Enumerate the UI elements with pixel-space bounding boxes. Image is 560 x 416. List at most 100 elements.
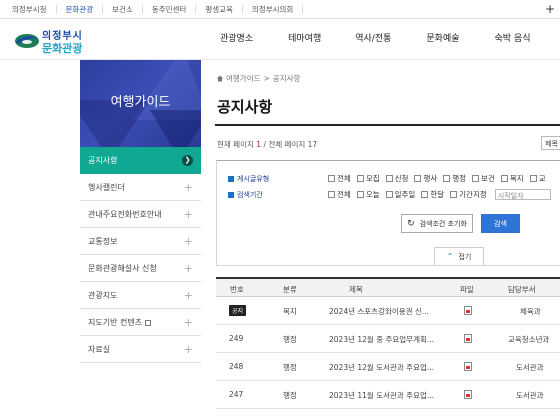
table-row[interactable]: 247 행정 2023년 11월 도서관과 주요업... 도서관과 (216, 381, 560, 409)
reset-filters-button[interactable]: ↻ 검색조건 초기화 (401, 214, 473, 233)
table-row[interactable]: 248 행정 2023년 12월 도서관과 주요업... 도서관과 (216, 353, 560, 381)
search-field-select[interactable]: 제목 (541, 136, 560, 150)
checkbox-type-apply[interactable]: 신청 (385, 173, 408, 184)
nav-culture-arts[interactable]: 문화예술 (426, 31, 459, 44)
row-category: 행정 (283, 335, 297, 344)
table-row[interactable]: 249 행정 2023년 12월 중 주요업무계획... 교육청소년과 (216, 325, 560, 353)
column-header-file: 파일 (460, 285, 474, 294)
row-category: 행정 (283, 363, 297, 372)
breadcrumb-item[interactable]: 여행가이드 (226, 73, 261, 84)
plus-icon: + (183, 234, 193, 248)
refresh-icon: ↻ (407, 218, 415, 229)
search-button[interactable]: 검색 (481, 214, 520, 233)
column-header-title: 제목 (349, 285, 363, 294)
row-title-link[interactable]: 2023년 12월 중 주요업무계획... (329, 334, 434, 345)
plus-icon: + (183, 342, 193, 356)
start-date-input[interactable]: 시작일자 (494, 189, 551, 200)
link-community-center[interactable]: 동주민센터 (143, 4, 197, 14)
sidebar-item-archive[interactable]: 자료실 + (80, 336, 201, 363)
checkbox-type-edu[interactable]: 교 (529, 173, 546, 184)
logo-site-name: 문화관광 (42, 42, 83, 55)
page-info: 현재 페이지 1 / 전체 페이지 17 (217, 140, 318, 149)
row-number: 248 (229, 362, 244, 371)
row-department: 도서관과 (516, 391, 544, 400)
external-link-icon (145, 319, 152, 326)
checkbox-period-custom[interactable]: 기간지정 (450, 189, 487, 200)
row-department: 체육과 (520, 307, 541, 316)
nav-lodging-food[interactable]: 숙박 음식 (495, 31, 531, 44)
sidebar-item-event-calendar[interactable]: 행사캘린더 + (80, 174, 201, 201)
plus-icon: + (183, 207, 193, 221)
table-header: 번호 분류 제목 파일 담당부서 (216, 277, 560, 297)
link-city-hall[interactable]: 의정부시청 (0, 4, 57, 14)
plus-icon: + (183, 288, 193, 302)
checkbox-type-recruit[interactable]: 모집 (356, 173, 380, 184)
sidebar-item-label: 문화관광해설사 신청 (88, 263, 157, 273)
table-row[interactable]: 공지 복지 2024년 스포츠강좌이용권 신... 체육과 (216, 297, 560, 325)
row-title-link[interactable]: 2023년 12월 도서관과 주요업... (329, 362, 434, 373)
pdf-file-icon[interactable] (464, 306, 472, 315)
sidebar-item-label: 지도기반 컨텐츠 (88, 317, 152, 328)
search-period-options: 전체 오늘 일주일 한달 기간지정 시작일자 (328, 189, 551, 200)
chevron-up-icon: ⌃ (446, 252, 454, 261)
total-pages: 17 (307, 140, 318, 149)
more-sites-button[interactable]: + (545, 2, 555, 16)
site-logo[interactable]: 의정부시 문화관광 (14, 26, 104, 55)
site-header: 의정부시 문화관광 관광명소 테마여행 역사/전통 문화예술 숙박 음식 (0, 20, 560, 60)
checkbox-period-all[interactable]: 전체 (328, 189, 351, 200)
sidebar-item-traffic-info[interactable]: 교통정보 + (80, 228, 201, 255)
column-header-number: 번호 (230, 285, 244, 294)
page-title: 공지사항 (217, 98, 273, 116)
sidebar-item-notice[interactable]: 공지사항 ❯ (80, 147, 201, 174)
sidebar-item-label: 자료실 (88, 344, 111, 354)
nav-attractions[interactable]: 관광명소 (220, 31, 253, 44)
row-department: 교육청소년과 (508, 335, 550, 344)
link-health-center[interactable]: 보건소 (103, 4, 143, 14)
breadcrumb: 여행가이드 > 공지사항 (217, 73, 300, 84)
link-city-council[interactable]: 의정부시의회 (243, 4, 304, 14)
hwp-file-icon[interactable] (464, 390, 472, 399)
checkbox-type-admin[interactable]: 행정 (443, 173, 466, 184)
notice-badge: 공지 (229, 305, 247, 316)
collapse-filters-button[interactable]: ⌃ 접기 (434, 247, 484, 265)
sidebar-item-guide-request[interactable]: 문화관광해설사 신청 + (80, 255, 201, 282)
sidebar-item-label: 관내주요전화번호안내 (88, 209, 162, 219)
hwp-file-icon[interactable] (464, 362, 472, 371)
current-page: 1 (256, 140, 262, 149)
sidebar-item-tour-map[interactable]: 관광지도 + (80, 282, 201, 309)
sidebar-item-phone-directory[interactable]: 관내주요전화번호안내 + (80, 201, 201, 228)
row-number: 247 (229, 390, 244, 399)
checkbox-type-event[interactable]: 행사 (414, 173, 437, 184)
plus-icon: + (183, 315, 193, 329)
link-culture-tourism[interactable]: 문화관광 (57, 4, 104, 14)
checkbox-type-health[interactable]: 보건 (472, 173, 495, 184)
nav-history-tradition[interactable]: 역사/전통 (355, 31, 391, 44)
sidebar-item-label: 관광지도 (88, 290, 118, 300)
link-lifelong-education[interactable]: 평생교육 (196, 4, 243, 14)
checkbox-type-all[interactable]: 전체 (328, 173, 351, 184)
sidebar-item-label: 교통정보 (88, 236, 118, 246)
home-icon[interactable] (217, 75, 223, 82)
row-title-link[interactable]: 2023년 11월 도서관과 주요업... (329, 390, 434, 401)
arrow-right-icon: ❯ (182, 154, 193, 166)
row-category: 복지 (283, 307, 297, 316)
title-divider (215, 124, 560, 126)
breadcrumb-separator: > (263, 74, 270, 83)
hwp-file-icon[interactable] (464, 334, 472, 343)
sidebar-item-map-contents[interactable]: 지도기반 컨텐츠 + (80, 309, 201, 336)
checkbox-period-month[interactable]: 한달 (421, 189, 444, 200)
sidebar-menu: 공지사항 ❯ 행사캘린더 + 관내주요전화번호안내 + 교통정보 + 문화관광해… (80, 147, 201, 363)
column-header-category: 분류 (283, 285, 297, 294)
breadcrumb-item[interactable]: 공지사항 (273, 73, 301, 84)
sidebar-item-label: 행사캘린더 (88, 182, 125, 192)
utility-bar: 의정부시청 문화관광 보건소 동주민센터 평생교육 의정부시의회 + (0, 0, 560, 19)
checkbox-period-week[interactable]: 일주일 (385, 189, 415, 200)
row-category: 행정 (283, 391, 297, 400)
logo-mark-icon (15, 34, 39, 48)
checkbox-type-welfare[interactable]: 복지 (500, 173, 524, 184)
row-title-link[interactable]: 2024년 스포츠강좌이용권 신... (329, 306, 429, 317)
checkbox-period-today[interactable]: 오늘 (356, 189, 380, 200)
bullet-icon (228, 176, 234, 182)
nav-theme-travel[interactable]: 테마여행 (288, 31, 321, 44)
bullet-icon (228, 192, 234, 198)
